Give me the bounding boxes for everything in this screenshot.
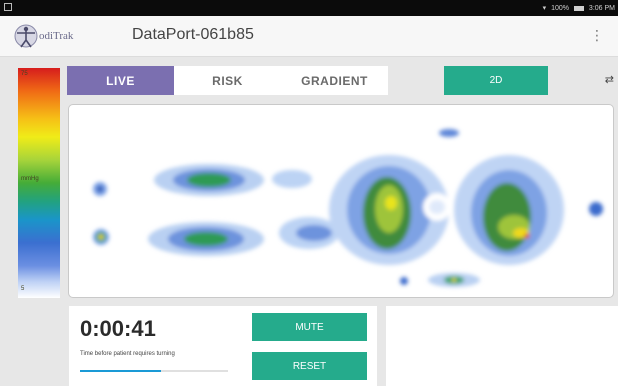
view-tabs: LIVE RISK GRADIENT [67,66,388,95]
timer-progress-bar [80,370,228,372]
signal-icon: ▾ [542,5,547,12]
legend-min-label: 5 [21,286,25,292]
legend-unit-label: mmHg [21,176,39,182]
battery-text: 100% [551,4,570,12]
timer-caption: Time before patient requires turning [80,351,175,357]
tab-gradient[interactable]: GRADIENT [281,66,388,95]
info-panel [386,306,618,386]
timer-value: 0:00:41 [80,316,156,341]
page-title: DataPort-061b85 [132,26,254,43]
pressure-map [68,104,614,298]
mute-button[interactable]: MUTE [252,313,367,341]
status-bar: ▾ 100% 3:06 PM [0,0,618,16]
pressure-heatmap [93,129,603,287]
view-2d-button[interactable]: 2D [444,66,548,95]
legend-max-label: 75 [21,71,28,77]
reset-button[interactable]: RESET [252,352,367,380]
pressure-legend: 75 mmHg 5 [18,68,60,298]
clock: 3:06 PM [588,4,615,12]
turn-timer-card: 0:00:41 Time before patient requires tur… [69,306,377,386]
logo-figure-icon [14,24,38,48]
overflow-menu-icon[interactable]: ⋮ [590,27,604,44]
tab-risk[interactable]: RISK [174,66,281,95]
logo-text: odiTrak [39,30,74,42]
timer-progress-fill [80,370,162,372]
tab-live[interactable]: LIVE [67,66,174,95]
status-right: ▾ 100% 3:06 PM [543,4,615,12]
notification-icon [4,3,12,11]
battery-icon [573,5,584,11]
app-bar: odiTrak DataPort-061b85 ⋮ [0,16,618,57]
app-logo: odiTrak [14,22,73,50]
swap-orientation-icon[interactable]: ⇄ [605,73,614,86]
